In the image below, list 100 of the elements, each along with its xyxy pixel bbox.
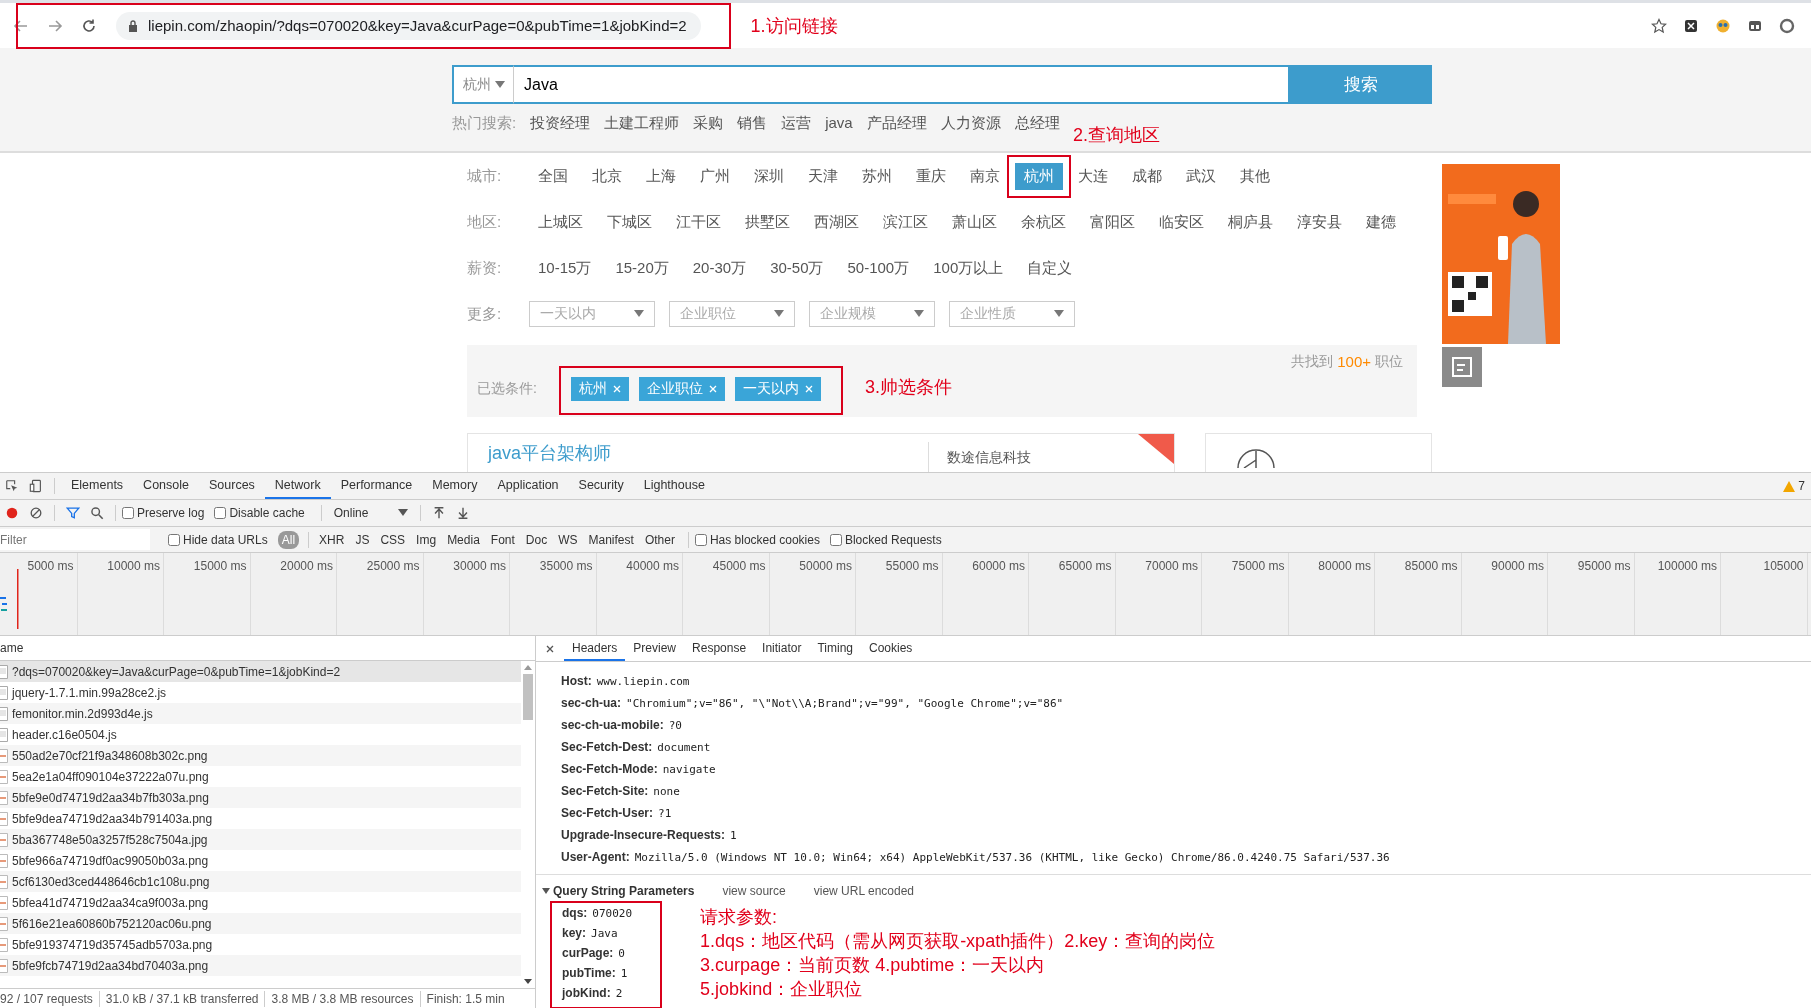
hot-search-link[interactable]: 投资经理 [530, 114, 591, 133]
back-icon[interactable] [13, 17, 29, 34]
disclosure-triangle-icon[interactable] [542, 888, 550, 894]
request-row[interactable]: jquery-1.7.1.min.99a28ce2.js [0, 682, 521, 703]
filter-option[interactable]: 临安区 [1150, 208, 1213, 236]
disable-cache-checkbox[interactable] [214, 507, 227, 519]
detail-tab[interactable]: Cookies [861, 636, 921, 661]
type-filter[interactable]: Manifest [584, 530, 638, 549]
detail-tab[interactable]: Timing [809, 636, 861, 661]
detail-tab[interactable]: Headers [564, 636, 626, 661]
request-row[interactable]: 5bfe919374719d35745adb5703a.png [0, 934, 521, 955]
forward-icon[interactable] [47, 17, 63, 34]
detail-tab[interactable]: Response [684, 636, 755, 661]
type-filter[interactable]: XHR [315, 530, 349, 549]
filter-option[interactable]: 大连 [1069, 162, 1117, 190]
record-icon[interactable] [5, 506, 19, 520]
search-icon[interactable] [90, 506, 104, 520]
filter-option[interactable]: 50-100万 [838, 254, 919, 282]
filter-option[interactable]: 武汉 [1177, 162, 1225, 190]
hot-search-link[interactable]: 土建工程师 [604, 114, 680, 133]
hot-search-link[interactable]: 总经理 [1014, 114, 1060, 133]
reload-icon[interactable] [81, 17, 97, 34]
filter-option[interactable]: 20-30万 [683, 254, 756, 282]
filter-option[interactable]: 全国 [529, 162, 577, 190]
filter-option[interactable]: 30-50万 [761, 254, 833, 282]
filter-option[interactable]: 苏州 [853, 162, 901, 190]
request-row[interactable]: 5ba367748e50a3257f528c7504a.jpg [0, 829, 521, 850]
type-filter[interactable]: WS [554, 530, 582, 549]
extension-icon[interactable] [1683, 17, 1699, 34]
filter-option[interactable]: 深圳 [745, 162, 793, 190]
clear-icon[interactable] [29, 506, 43, 520]
filter-option[interactable]: 成都 [1123, 162, 1171, 190]
filter-option[interactable]: 其他 [1231, 162, 1279, 190]
devtools-tab[interactable]: Security [568, 473, 634, 499]
hot-search-link[interactable]: 人力资源 [940, 114, 1001, 133]
filter-option[interactable]: 15-20万 [606, 254, 678, 282]
filter-option[interactable]: 余杭区 [1012, 208, 1075, 236]
type-filter[interactable]: Doc [521, 530, 552, 549]
hide-data-urls-checkbox[interactable] [168, 533, 180, 546]
filter-option[interactable]: 北京 [583, 162, 631, 190]
view-source-link[interactable]: view source [722, 884, 786, 898]
filter-icon[interactable] [66, 506, 80, 520]
type-filter[interactable]: Font [486, 530, 519, 549]
city-dropdown[interactable]: 杭州 [452, 65, 514, 104]
filter-option[interactable]: 南京 [961, 162, 1009, 190]
type-filter[interactable]: Other [640, 530, 679, 549]
blocked-requests-checkbox[interactable] [829, 533, 842, 546]
checkbox-label[interactable]: Disable cache [229, 506, 305, 520]
scroll-down-icon[interactable] [524, 979, 532, 984]
hot-search-link[interactable]: 销售 [737, 114, 768, 133]
filter-option[interactable]: 淳安县 [1288, 208, 1351, 236]
devtools-tab[interactable]: Application [487, 473, 569, 499]
filter-field[interactable]: Filter [0, 529, 150, 550]
hot-search-link[interactable]: java [825, 114, 853, 133]
type-filter[interactable]: JS [351, 530, 374, 549]
filter-option[interactable]: 西湖区 [805, 208, 868, 236]
filter-option[interactable]: 100万以上 [924, 254, 1013, 282]
request-row[interactable]: 5cf6130ed3ced448646cb1c108u.png [0, 871, 521, 892]
request-row[interactable]: 5bfe9e0d74719d2aa34b7fb303a.png [0, 787, 521, 808]
inspect-icon[interactable] [5, 479, 19, 493]
checkbox-label[interactable]: Preserve log [137, 506, 205, 520]
filter-option[interactable]: 滨江区 [874, 208, 937, 236]
device-icon[interactable] [29, 479, 43, 493]
filter-option[interactable]: 萧山区 [943, 208, 1006, 236]
devtools-tab[interactable]: Elements [61, 473, 134, 499]
star-icon[interactable] [1651, 17, 1667, 34]
request-row[interactable]: 5f616e21ea60860b752120ac06u.png [0, 913, 521, 934]
filter-option[interactable]: 建德 [1357, 208, 1405, 236]
checkbox-label[interactable]: Has blocked cookies [709, 532, 820, 547]
scrollbar-thumb[interactable] [523, 674, 533, 720]
devtools-tab[interactable]: Sources [199, 473, 265, 499]
filter-option[interactable]: 上海 [637, 162, 685, 190]
detail-tab[interactable]: Preview [625, 636, 685, 661]
section-toggle[interactable]: Query String Parameters [542, 884, 695, 898]
hot-search-link[interactable]: 产品经理 [866, 114, 927, 133]
type-filter[interactable]: CSS [376, 530, 410, 549]
devtools-tab[interactable]: Lighthouse [633, 473, 715, 499]
request-row[interactable]: 5bfe9fcb74719d2aa34bd70403a.png [0, 955, 521, 976]
devtools-tab[interactable]: Memory [422, 473, 488, 499]
request-row[interactable]: 5bfe9dea74719d2aa34b791403a.png [0, 808, 521, 829]
filter-option[interactable]: 下城区 [598, 208, 661, 236]
request-row[interactable]: 550ad2e70cf21f9a348608b302c.png [0, 745, 521, 766]
filter-option[interactable]: 重庆 [907, 162, 955, 190]
type-filter[interactable]: Media [443, 530, 484, 549]
request-row[interactable]: femonitor.min.2d993d4e.js [0, 703, 521, 724]
request-row[interactable]: ?dqs=070020&key=Java&curPage=0&pubTime=1&jobKind=2 [0, 661, 521, 682]
address-bar[interactable]: liepin.com/zhaopin/?dqs=070020&key=Java&curPage=0&pubTime=1&jobKind=2 [116, 11, 701, 40]
profile-icon[interactable] [1779, 17, 1795, 34]
request-row[interactable]: header.c16e0504.js [0, 724, 521, 745]
request-row[interactable]: 5bfe966a74719df0ac99050b03a.png [0, 850, 521, 871]
filter-option[interactable]: 富阳区 [1081, 208, 1144, 236]
scroll-up-icon[interactable] [524, 665, 532, 670]
devtools-tab[interactable]: Performance [330, 473, 423, 499]
filter-option[interactable]: 广州 [691, 162, 739, 190]
filter-option[interactable]: 上城区 [529, 208, 592, 236]
filter-option[interactable]: 拱墅区 [736, 208, 799, 236]
filter-option[interactable]: 江干区 [667, 208, 730, 236]
filter-option[interactable]: 自定义 [1018, 254, 1082, 282]
search-field[interactable]: Java [514, 65, 1290, 104]
checkbox-label[interactable]: Hide data URLs [183, 532, 268, 547]
